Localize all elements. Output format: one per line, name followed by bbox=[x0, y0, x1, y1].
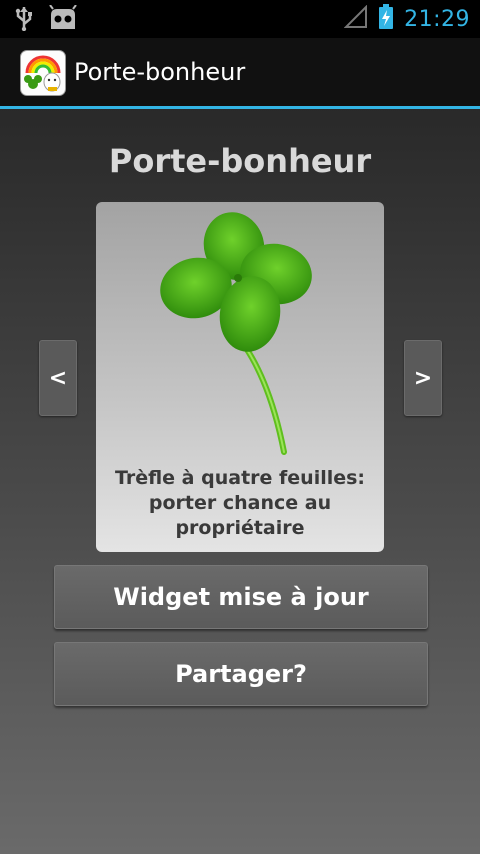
status-bar: 21:29 bbox=[0, 0, 480, 38]
charm-card: Trèfle à quatre feuilles: porter chance … bbox=[96, 202, 384, 552]
next-button[interactable]: > bbox=[404, 340, 442, 416]
caption-line: Trèfle à quatre feuilles: bbox=[114, 467, 366, 489]
four-leaf-clover-image bbox=[156, 206, 326, 460]
android-debug-icon bbox=[48, 4, 78, 35]
battery-charging-icon bbox=[378, 4, 394, 34]
status-right: 21:29 bbox=[343, 4, 470, 34]
action-bar: Porte-bonheur bbox=[0, 38, 480, 106]
caption-line: propriétaire bbox=[175, 517, 305, 539]
no-signal-icon bbox=[343, 4, 368, 33]
page-title: Porte-bonheur bbox=[108, 142, 372, 180]
widget-update-button[interactable]: Widget mise à jour bbox=[54, 565, 428, 629]
share-button[interactable]: Partager? bbox=[54, 642, 428, 706]
action-bar-divider bbox=[0, 106, 480, 109]
previous-button[interactable]: < bbox=[39, 340, 77, 416]
charm-caption: Trèfle à quatre feuilles: porter chance … bbox=[106, 466, 374, 541]
app-icon[interactable] bbox=[20, 50, 66, 96]
clock: 21:29 bbox=[404, 6, 470, 32]
status-left bbox=[14, 4, 78, 35]
usb-icon bbox=[14, 5, 34, 35]
caption-line: porter chance au bbox=[148, 492, 332, 514]
app-title: Porte-bonheur bbox=[74, 58, 246, 86]
